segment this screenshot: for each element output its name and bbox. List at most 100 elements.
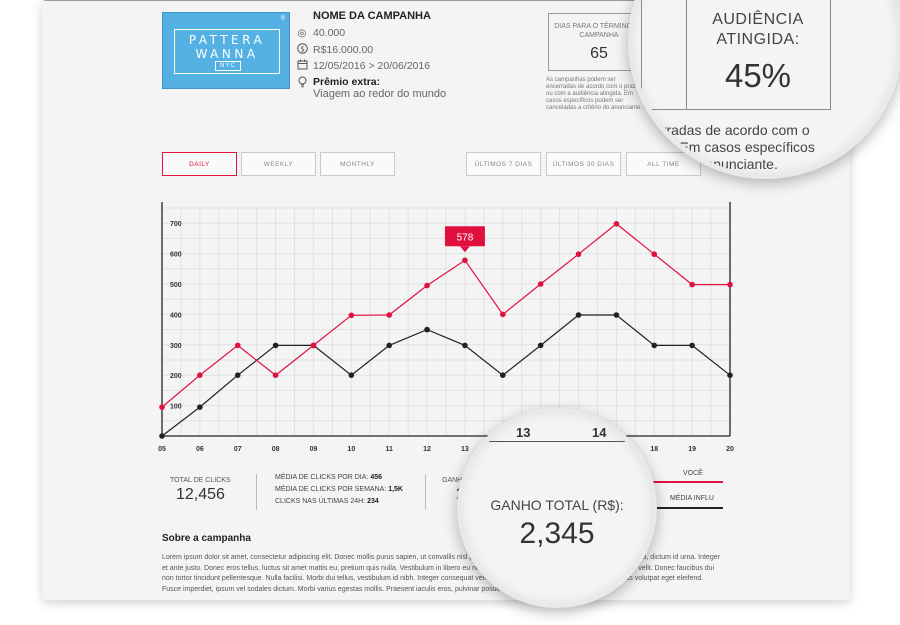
data-point [234, 372, 241, 378]
divider [425, 474, 426, 510]
data-point [348, 372, 355, 378]
x-tick-label: 09 [310, 446, 318, 453]
data-point [575, 251, 582, 258]
data-point [310, 342, 317, 349]
filter-last30-button[interactable]: ÚLTIMOS 30 DIAS [546, 152, 621, 176]
avg-week-stat: MÉDIA DE CLICKS POR SEMANA: 1,5K [275, 486, 403, 493]
magnified-box-border [686, 109, 831, 110]
prize-value: Viagem ao redor do mundo [313, 88, 447, 100]
legend-you-label: VOCÊ [683, 470, 703, 477]
data-point [500, 311, 506, 318]
data-point [234, 342, 241, 349]
campaign-title: NOME DA CAMPANHA [313, 10, 431, 22]
filter-monthly-button[interactable]: MONTHLY [320, 152, 395, 176]
magnified-axis [462, 441, 652, 442]
avg-day-stat: MÉDIA DE CLICKS POR DIA: 456 [275, 474, 382, 481]
x-tick-label: 20 [726, 446, 734, 453]
x-tick-label: 19 [688, 446, 696, 453]
x-tick-label: 06 [196, 446, 204, 453]
data-point [575, 312, 582, 318]
data-point [651, 342, 658, 349]
logo-line2: WANNA [195, 47, 259, 61]
prize-icon-row [296, 76, 308, 91]
magnified-tick-13: 13 [516, 425, 531, 440]
x-tick-label: 11 [385, 446, 393, 453]
clicks-line-chart: 100 200 300 400 500 600 700 05 06 07 08 09 10 11 12 13 1… [158, 202, 734, 453]
data-point [197, 372, 203, 378]
data-point [386, 312, 392, 318]
avg-day-value: 456 [370, 474, 382, 481]
filter-daily-button[interactable]: DAILY [162, 152, 237, 176]
audience-label-line1: AUDIÊNCIA [712, 11, 804, 28]
magnified-box-border [641, 0, 642, 110]
logo-frame: PATTERA WANNA NYC [174, 29, 280, 74]
magnified-note-line1: cerradas de acordo com o [647, 122, 810, 138]
filter-weekly-button[interactable]: WEEKLY [241, 152, 316, 176]
avg-day-label: MÉDIA DE CLICKS POR DIA: [275, 474, 369, 481]
magnified-note-line3: do anunciante. [686, 156, 778, 172]
y-tick-label: 300 [170, 343, 182, 350]
brand-logo: PATTERA WANNA NYC ® [162, 12, 290, 89]
data-point [348, 312, 355, 319]
data-point [689, 281, 695, 288]
x-tick-label: 05 [158, 446, 166, 453]
audience-magnifier: AUDIÊNCIA ATINGIDA: 45% cerradas de acor… [628, 0, 900, 179]
last24-value: 234 [367, 498, 379, 505]
y-tick-label: 200 [170, 373, 182, 380]
data-point [651, 251, 658, 258]
ganho-magnifier: 13 14 GANHO TOTAL (R$): 2,345 [457, 408, 657, 608]
avg-week-label: MÉDIA DE CLICKS POR SEMANA: [275, 486, 387, 493]
legend-you-line [653, 481, 723, 483]
audience-label-line2: ATINGIDA: [716, 31, 800, 48]
logo-line1: PATTERA [188, 33, 266, 47]
data-point [689, 342, 695, 349]
ganho-total-label: GANHO TOTAL (R$): [490, 497, 624, 513]
magnified-box-border [641, 109, 686, 110]
dates-row: 12/05/2016 > 20/06/2016 [296, 59, 430, 73]
legend-avg-label: MÉDIA INFLU [670, 495, 714, 502]
budget-row: $ R$16.000.00 [296, 43, 373, 57]
x-tick-label: 13 [461, 446, 469, 453]
svg-text:$: $ [300, 44, 305, 53]
x-tick-label: 10 [347, 446, 355, 453]
x-tick-label: 08 [272, 446, 280, 453]
y-tick-label: 400 [170, 312, 182, 319]
calendar-icon [296, 59, 308, 73]
y-tick-label: 600 [170, 252, 182, 259]
data-point [272, 372, 279, 378]
data-point [537, 342, 544, 349]
y-tick-label: 700 [170, 221, 182, 228]
last24-stat: CLICKS NAS ÚLTIMAS 24H: 234 [275, 498, 379, 505]
reach-value: 40.000 [313, 27, 346, 39]
logo-registered: ® [280, 16, 285, 22]
reach-row: ◎ 40.000 [296, 27, 346, 39]
about-title: Sobre a campanha [162, 533, 251, 544]
data-point [159, 433, 165, 439]
x-tick-label: 12 [423, 446, 431, 453]
ganho-total-value: 2,345 [519, 517, 595, 550]
data-point [424, 282, 430, 289]
magnified-box-border [830, 0, 831, 110]
data-point [727, 372, 733, 378]
filter-last7-button[interactable]: ÚLTIMOS 7 DIAS [466, 152, 541, 176]
data-point [613, 221, 620, 227]
x-tick-label: 07 [234, 446, 242, 453]
data-point [462, 342, 468, 349]
magnified-tick-14: 14 [592, 425, 607, 440]
y-tick-label: 500 [170, 282, 182, 289]
dates-value: 12/05/2016 > 20/06/2016 [313, 60, 431, 72]
dollar-icon: $ [296, 43, 308, 57]
data-point [462, 257, 468, 264]
data-point [386, 342, 392, 349]
data-point [272, 342, 279, 349]
audience-value: 45% [724, 57, 792, 94]
data-point [727, 281, 733, 288]
y-tick-label: 100 [170, 404, 182, 411]
data-point [537, 281, 544, 287]
avg-week-value: 1,5K [388, 486, 403, 493]
total-clicks-value: 12,456 [176, 486, 225, 503]
total-clicks-label: TOTAL DE CLICKS [170, 477, 231, 484]
prize-label: Prêmio extra: [313, 76, 381, 88]
lightbulb-icon [296, 76, 308, 91]
data-point [159, 404, 165, 410]
